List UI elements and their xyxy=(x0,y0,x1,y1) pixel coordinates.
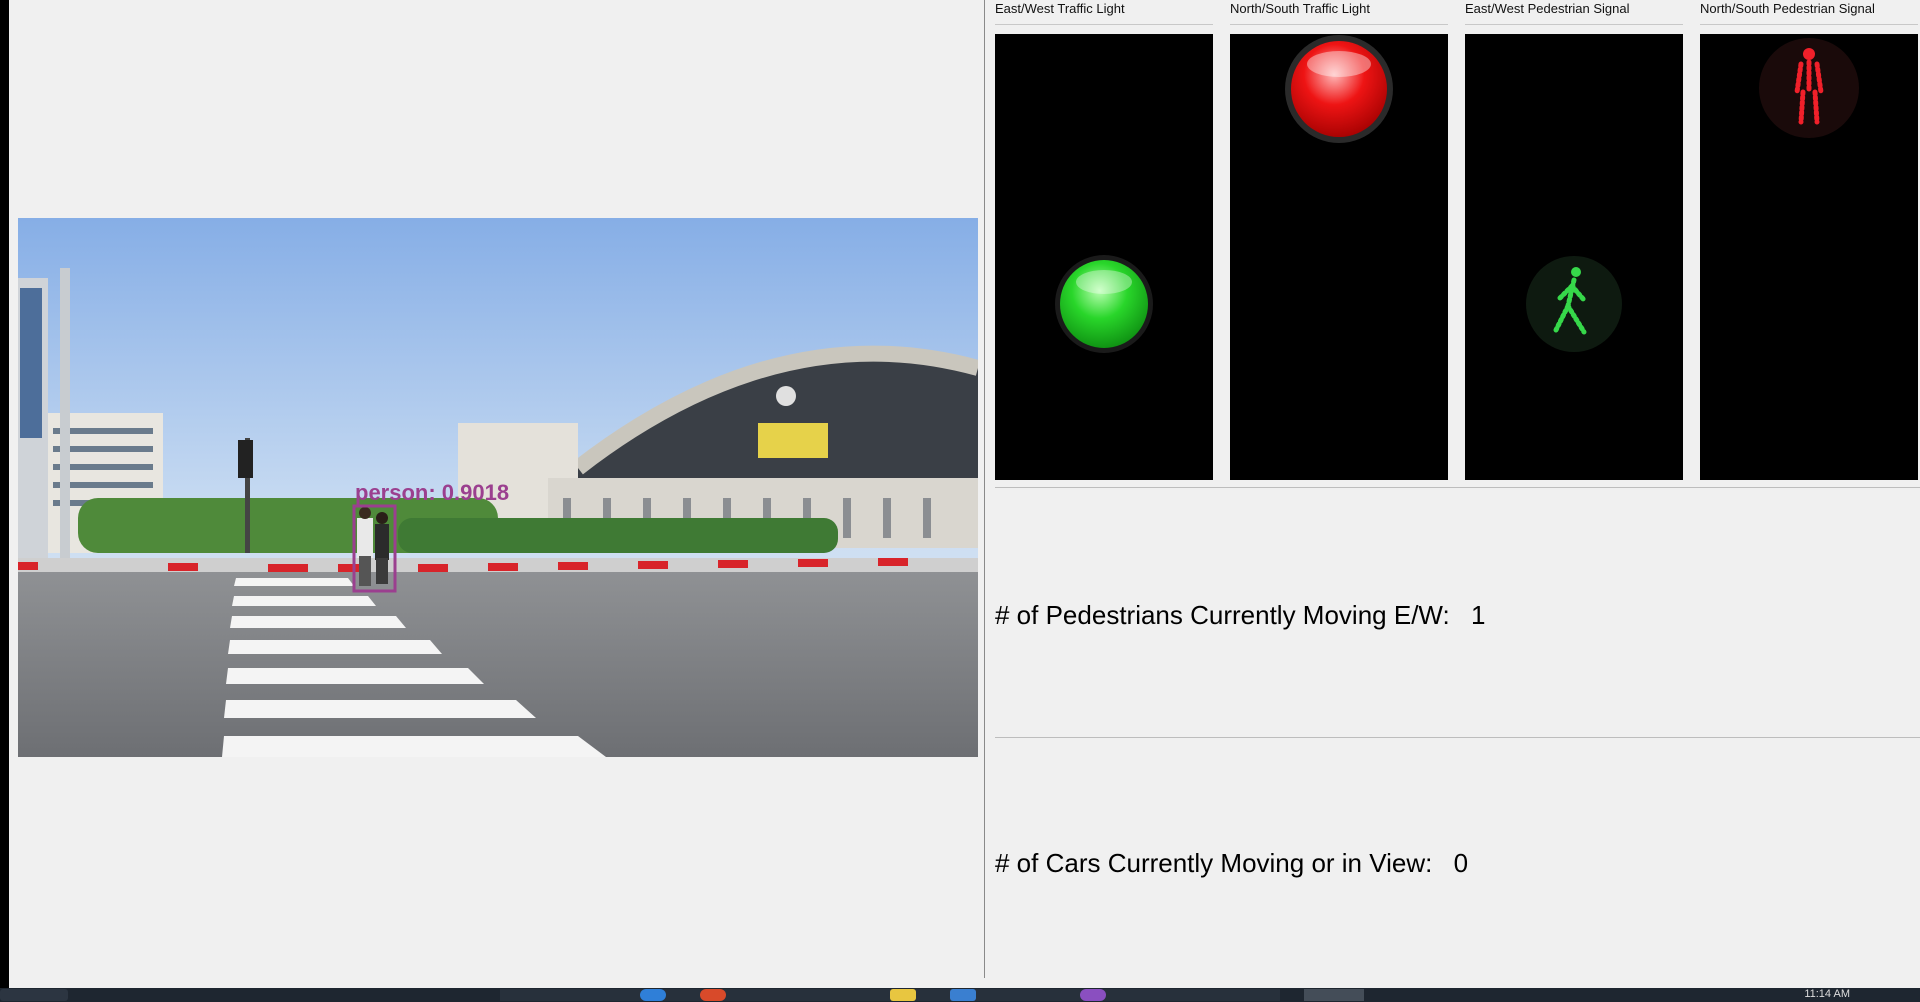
detection-label: person: 0.9018 xyxy=(355,480,509,505)
traffic-light-display xyxy=(995,34,1213,480)
panel-ew-pedestrian-signal: East/West Pedestrian Signal xyxy=(1465,0,1683,480)
panel-ns-traffic-light: North/South Traffic Light xyxy=(1230,0,1448,480)
pedestrian-count-value: 1 xyxy=(1470,600,1486,630)
stats-separator-middle xyxy=(995,737,1920,738)
browser-icon[interactable] xyxy=(640,989,666,1001)
pedestrian-count-label: # of Pedestrians Currently Moving E/W: xyxy=(995,600,1450,630)
panel-title: East/West Traffic Light xyxy=(995,1,1125,16)
red-light-icon xyxy=(1285,35,1393,143)
taskbar-clock[interactable]: 11:14 AM xyxy=(1804,988,1850,1000)
pedestrian-count-row: # of Pedestrians Currently Moving E/W: 1 xyxy=(995,600,1485,631)
walk-person-icon xyxy=(1526,256,1622,352)
traffic-light-display xyxy=(1230,34,1448,480)
pedestrian-signal-display xyxy=(1465,34,1683,480)
panel-rule xyxy=(995,24,1213,25)
panel-rule xyxy=(1230,24,1448,25)
vertical-divider xyxy=(984,0,985,978)
folder-icon[interactable] xyxy=(890,989,916,1001)
dont-walk-person-icon xyxy=(1759,38,1859,138)
street-scene-image: person: 0.9018 xyxy=(18,218,978,757)
start-button[interactable] xyxy=(0,989,68,1001)
panel-ns-pedestrian-signal: North/South Pedestrian Signal xyxy=(1700,0,1918,480)
green-light-icon xyxy=(1055,255,1153,353)
media-icon[interactable] xyxy=(1080,989,1106,1001)
camera-feed: person: 0.9018 xyxy=(18,218,978,757)
stats-separator-top xyxy=(995,487,1920,488)
panel-title: North/South Traffic Light xyxy=(1230,1,1370,16)
pedestrian-signal-display xyxy=(1700,34,1918,480)
panel-title: North/South Pedestrian Signal xyxy=(1700,1,1875,16)
car-count-row: # of Cars Currently Moving or in View: 0 xyxy=(995,848,1468,879)
app-window: person: 0.9018 East/West Traffic Light N… xyxy=(9,0,1920,988)
panel-ew-traffic-light: East/West Traffic Light xyxy=(995,0,1213,480)
app-icon[interactable] xyxy=(950,989,976,1001)
car-count-label: # of Cars Currently Moving or in View: xyxy=(995,848,1433,878)
car-count-value: 0 xyxy=(1453,848,1469,878)
panel-rule xyxy=(1700,24,1918,25)
taskbar: 11:14 AM xyxy=(0,988,1920,1002)
chrome-icon[interactable] xyxy=(700,989,726,1001)
panel-title: East/West Pedestrian Signal xyxy=(1465,1,1630,16)
panel-rule xyxy=(1465,24,1683,25)
active-app-icon[interactable] xyxy=(1304,989,1364,1001)
